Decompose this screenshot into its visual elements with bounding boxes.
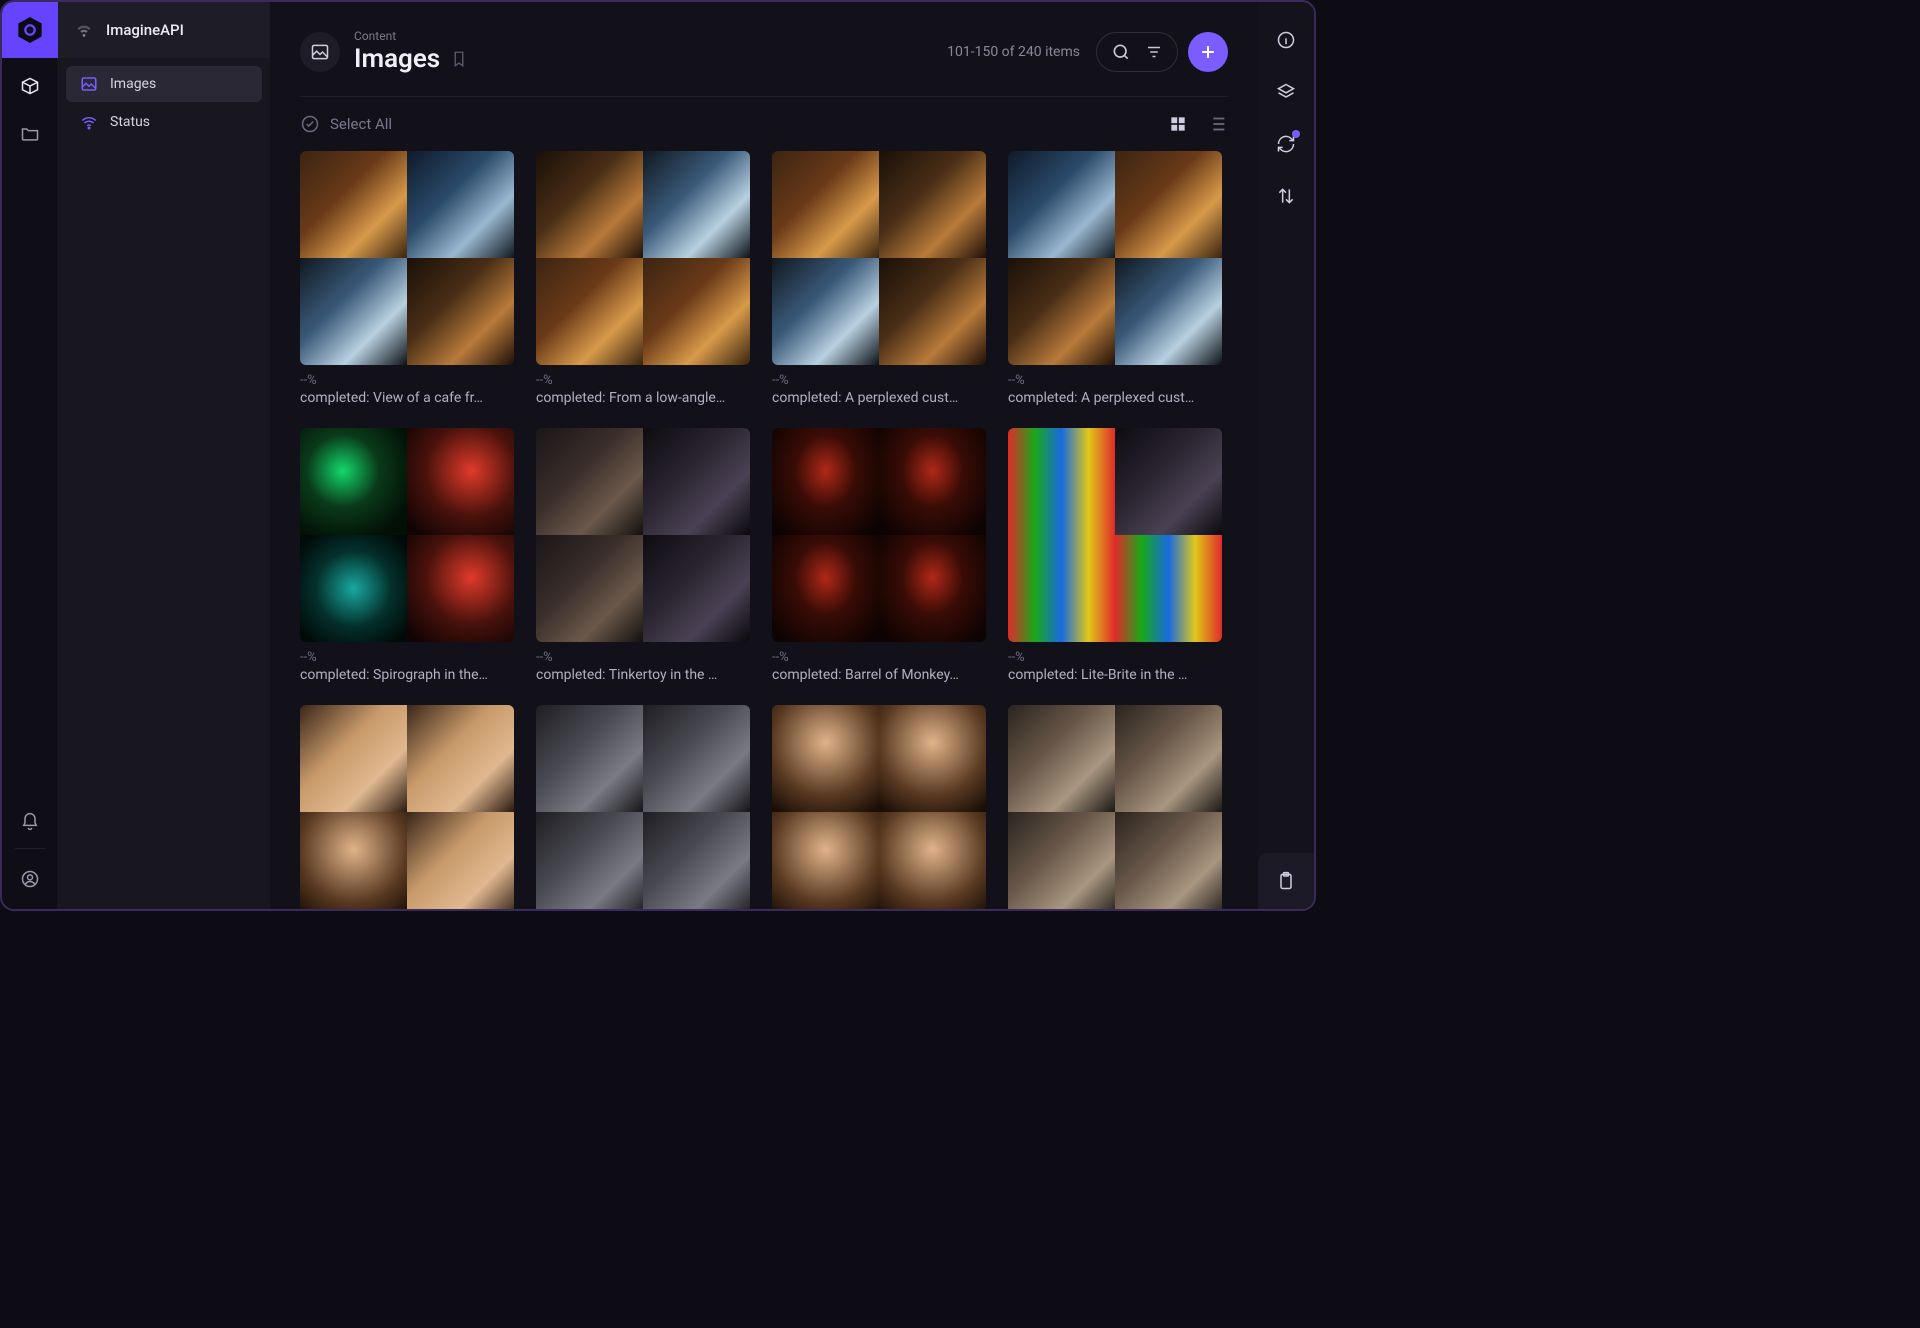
wifi-icon — [74, 20, 94, 40]
image-card[interactable]: --%completed: Rock 'Em Sock 'E… — [536, 705, 750, 909]
image-grid: --%completed: View of a cafe fr…--%compl… — [300, 151, 1228, 909]
image-card[interactable]: --%completed: Easy-Bake Oven i… — [1008, 705, 1222, 909]
app-rail — [2, 2, 58, 909]
search-button[interactable] — [1111, 42, 1131, 62]
project-name: ImagineAPI — [106, 21, 184, 39]
image-thumbnail[interactable] — [772, 151, 986, 365]
image-card[interactable]: --% completed: Spirograph in the… — [300, 428, 514, 683]
app-logo[interactable] — [2, 2, 58, 58]
image-caption: completed: Tinkertoy in the … — [536, 667, 750, 683]
image-caption: completed: A perplexed cust… — [1008, 390, 1222, 406]
image-thumbnail[interactable] — [536, 151, 750, 365]
right-rail — [1258, 2, 1314, 909]
image-caption: completed: View of a cafe fr… — [300, 390, 514, 406]
image-progress: --% — [772, 373, 986, 388]
image-card[interactable]: --% completed: Tinkertoy in the … — [536, 428, 750, 683]
image-card[interactable]: --% completed: A perplexed cust… — [772, 151, 986, 406]
status-icon — [80, 113, 98, 131]
rail-notifications-icon[interactable] — [10, 802, 50, 842]
image-progress: --% — [1008, 650, 1222, 665]
grid-view-button[interactable] — [1168, 114, 1188, 134]
image-card[interactable]: --% completed: Lite-Brite in the … — [1008, 428, 1222, 683]
image-thumbnail[interactable] — [1008, 428, 1222, 642]
sort-icon[interactable] — [1266, 176, 1306, 216]
image-caption: completed: Spirograph in the… — [300, 667, 514, 683]
image-thumbnail[interactable] — [1008, 151, 1222, 365]
main-content: Content Images 101-150 of 240 items — [270, 2, 1258, 909]
image-thumbnail[interactable] — [300, 705, 514, 909]
image-card[interactable]: --% completed: From a low-angle… — [536, 151, 750, 406]
image-progress: --% — [300, 650, 514, 665]
image-thumbnail[interactable] — [772, 428, 986, 642]
image-icon — [80, 75, 98, 93]
rail-content-icon[interactable] — [10, 66, 50, 106]
image-thumbnail[interactable] — [772, 705, 986, 909]
rail-folder-icon[interactable] — [10, 114, 50, 154]
refresh-icon[interactable] — [1266, 124, 1306, 164]
image-caption: completed: From a low-angle… — [536, 390, 750, 406]
image-card[interactable]: --% completed: Barrel of Monkey… — [772, 428, 986, 683]
breadcrumb: Content — [354, 30, 468, 42]
image-thumbnail[interactable] — [300, 151, 514, 365]
image-card[interactable]: --%completed: Mr. Potato Head … — [300, 705, 514, 909]
select-all-label: Select All — [330, 115, 392, 133]
page-header: Content Images 101-150 of 240 items — [300, 30, 1228, 74]
image-progress: --% — [772, 650, 986, 665]
image-card[interactable]: --%completed: Hula Hoop in the… — [772, 705, 986, 909]
image-thumbnail[interactable] — [536, 428, 750, 642]
list-subheader: Select All — [300, 97, 1228, 151]
sidebar-item-label: Images — [110, 76, 156, 92]
image-thumbnail[interactable] — [300, 428, 514, 642]
filter-button[interactable] — [1145, 43, 1163, 61]
select-all[interactable]: Select All — [300, 114, 392, 134]
image-caption: completed: Barrel of Monkey… — [772, 667, 986, 683]
check-circle-icon — [300, 114, 320, 134]
image-progress: --% — [300, 373, 514, 388]
sidebar-header[interactable]: ImagineAPI — [58, 2, 270, 58]
info-icon[interactable] — [1266, 20, 1306, 60]
item-count: 101-150 of 240 items — [947, 44, 1080, 60]
rail-account-icon[interactable] — [10, 859, 50, 899]
image-caption: completed: A perplexed cust… — [772, 390, 986, 406]
image-progress: --% — [536, 373, 750, 388]
image-thumbnail[interactable] — [536, 705, 750, 909]
notification-dot — [1292, 130, 1300, 138]
search-filter-pill — [1096, 32, 1178, 72]
image-card[interactable]: --% completed: View of a cafe fr… — [300, 151, 514, 406]
clipboard-icon[interactable] — [1258, 853, 1314, 909]
image-progress: --% — [1008, 373, 1222, 388]
image-thumbnail[interactable] — [1008, 705, 1222, 909]
page-title: Images — [354, 44, 440, 74]
collection-icon — [300, 32, 340, 72]
add-button[interactable] — [1188, 32, 1228, 72]
image-progress: --% — [536, 650, 750, 665]
sidebar-item-label: Status — [110, 114, 150, 130]
bookmark-icon[interactable] — [450, 50, 468, 68]
list-view-button[interactable] — [1206, 113, 1228, 135]
image-card[interactable]: --% completed: A perplexed cust… — [1008, 151, 1222, 406]
sidebar: ImagineAPI Images Sta — [58, 2, 270, 909]
sidebar-item-images[interactable]: Images — [66, 66, 262, 102]
layers-icon[interactable] — [1266, 72, 1306, 112]
image-caption: completed: Lite-Brite in the … — [1008, 667, 1222, 683]
sidebar-item-status[interactable]: Status — [66, 104, 262, 140]
